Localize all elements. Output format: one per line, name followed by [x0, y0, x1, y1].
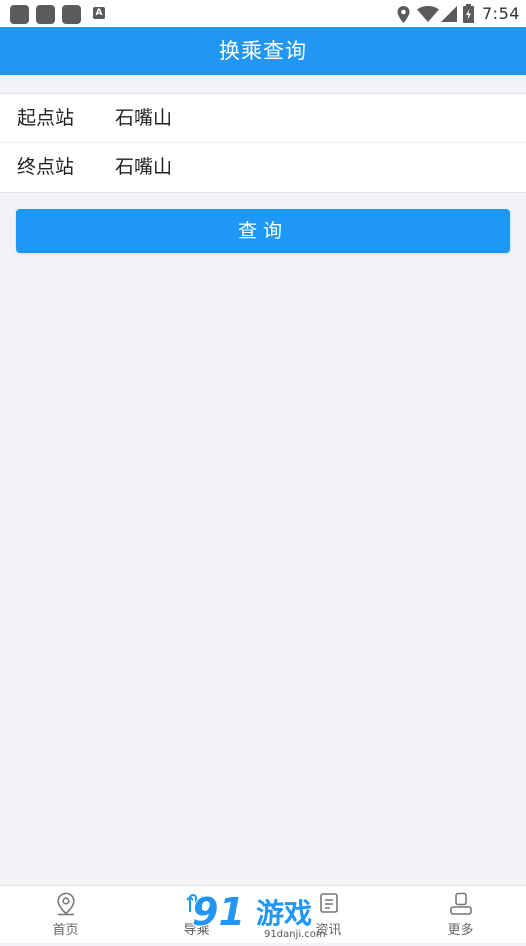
- start-station-label: 起点站: [17, 107, 75, 129]
- start-station-field[interactable]: 石嘴山: [115, 94, 505, 142]
- query-button[interactable]: 查询: [16, 209, 510, 253]
- app-notification-icon: [62, 5, 81, 24]
- a-badge-icon: A: [93, 7, 105, 19]
- tab-news[interactable]: 资讯: [263, 886, 394, 943]
- tab-more-label: 更多: [447, 923, 474, 938]
- app-notification-icon: [10, 5, 29, 24]
- battery-icon: [463, 4, 474, 23]
- page-title: 换乘查询: [219, 39, 307, 63]
- tab-news-label: 资讯: [315, 923, 342, 938]
- header-bar: 换乘查询: [0, 27, 526, 75]
- end-station-row[interactable]: 终点站 石嘴山: [0, 143, 526, 191]
- signal-icon: [441, 6, 457, 22]
- news-icon: [319, 893, 338, 913]
- route-form: 起点站 石嘴山 终点站 石嘴山: [0, 93, 526, 193]
- status-time: 7:54: [482, 4, 520, 23]
- location-icon: [397, 6, 410, 23]
- user-icon: [449, 892, 472, 915]
- tab-home-label: 首页: [52, 923, 79, 938]
- status-bar: A 7:54: [0, 0, 526, 27]
- tab-more[interactable]: 更多: [395, 886, 526, 943]
- end-station-label: 终点站: [17, 156, 75, 178]
- tab-guide[interactable]: 导乘: [131, 886, 262, 943]
- tab-home[interactable]: 首页: [0, 886, 131, 943]
- route-icon: [185, 894, 203, 914]
- end-station-field[interactable]: 石嘴山: [115, 143, 505, 191]
- tab-guide-label: 导乘: [183, 923, 210, 938]
- wifi-icon: [417, 6, 439, 22]
- start-station-row[interactable]: 起点站 石嘴山: [0, 94, 526, 143]
- location-pin-icon: [56, 892, 75, 916]
- bottom-tab-bar: 首页 导乘 资讯 更多: [0, 885, 526, 943]
- app-notification-icon: [36, 5, 55, 24]
